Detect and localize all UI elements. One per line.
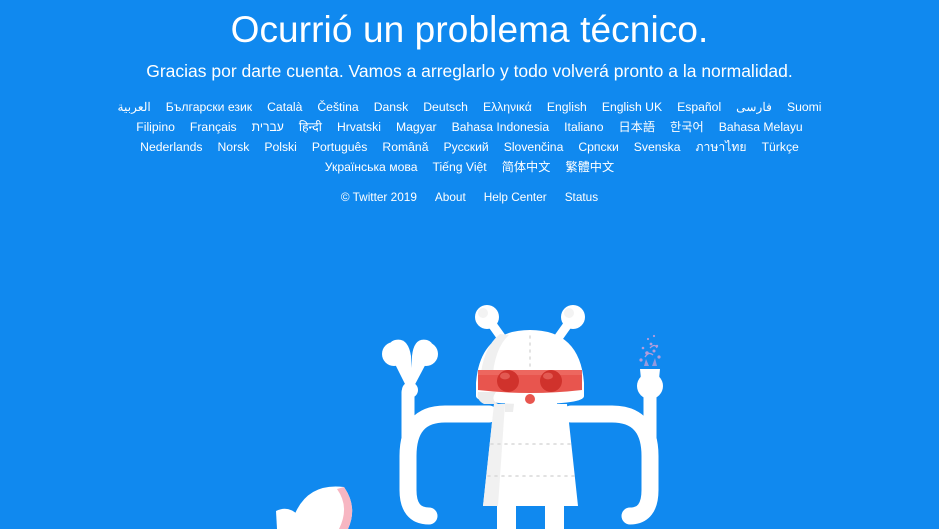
language-link-norwegian[interactable]: Norsk [210, 137, 257, 157]
page-subtitle: Gracias por darte cuenta. Vamos a arregl… [146, 61, 793, 81]
language-link-turkish[interactable]: Türkçe [754, 137, 806, 157]
language-link-finnish[interactable]: Suomi [779, 97, 829, 117]
spark-wisps-icon [639, 334, 661, 366]
language-link-serbian[interactable]: Српски [571, 137, 626, 157]
language-link-persian[interactable]: فارسی [729, 97, 780, 117]
language-link-hindi[interactable]: हिन्दी [291, 117, 329, 137]
language-link-filipino[interactable]: Filipino [129, 117, 183, 137]
robot-neck [505, 388, 557, 412]
footer: © Twitter 2019 About Help Center Status [0, 188, 939, 206]
robot-eye-right [540, 370, 562, 392]
robot-mouth-icon [525, 394, 535, 404]
error-page: Ocurrió un problema técnico. Gracias por… [0, 0, 939, 529]
language-link-chinese-traditional[interactable]: 繁體中文 [558, 157, 622, 177]
language-link-japanese[interactable]: 日本語 [611, 117, 663, 137]
robot-eye-left [497, 370, 519, 392]
language-row: Filipino Français עברית हिन्दी Hrvatski Magya… [0, 117, 939, 137]
language-link-greek[interactable]: Ελληνικά [475, 97, 539, 117]
language-link-vietnamese[interactable]: Tiếng Việt [425, 157, 494, 177]
robot-left-arm [382, 339, 498, 525]
broken-shell-icon [276, 486, 353, 529]
language-link-polish[interactable]: Polski [257, 137, 305, 157]
language-link-danish[interactable]: Dansk [366, 97, 416, 117]
language-link-italian[interactable]: Italiano [557, 117, 611, 137]
language-link-korean[interactable]: 한국어 [663, 117, 712, 137]
language-link-portuguese[interactable]: Português [304, 137, 375, 157]
robot-right-arm [562, 334, 663, 525]
robot-head [475, 305, 585, 404]
footer-link-about[interactable]: About [426, 188, 475, 206]
robot-visor [478, 370, 582, 393]
language-link-spanish[interactable]: Español [670, 97, 729, 117]
robot-legs [497, 500, 564, 529]
robot-pincer-claw-icon [382, 339, 438, 398]
language-row: العربية Български език Català Čeština Dansk D… [0, 97, 939, 117]
language-link-hungarian[interactable]: Magyar [388, 117, 444, 137]
language-link-english[interactable]: English [539, 97, 594, 117]
language-link-slovak[interactable]: Slovenčina [496, 137, 571, 157]
footer-link-status[interactable]: Status [556, 188, 607, 206]
language-link-dutch[interactable]: Nederlands [133, 137, 210, 157]
language-link-romanian[interactable]: Română [375, 137, 436, 157]
language-link-bulgarian[interactable]: Български език [158, 97, 259, 117]
language-link-hebrew[interactable]: עברית [244, 117, 291, 137]
language-row: Українська мова Tiếng Việt 简体中文 繁體中文 [0, 157, 939, 177]
language-row: Nederlands Norsk Polski Português Română Русс… [0, 137, 939, 157]
language-link-catalan[interactable]: Català [260, 97, 310, 117]
robot-sparking-hand-icon [637, 334, 663, 399]
language-link-arabic[interactable]: العربية [110, 97, 158, 117]
error-text-block: Ocurrió un problema técnico. Gracias por… [0, 0, 939, 206]
language-link-ukrainian[interactable]: Українська мова [317, 157, 425, 177]
language-link-thai[interactable]: ภาษาไทย [688, 137, 754, 157]
robot-body [483, 404, 578, 506]
language-link-french[interactable]: Français [182, 117, 244, 137]
language-link-malay[interactable]: Bahasa Melayu [711, 117, 810, 137]
language-link-russian[interactable]: Русский [436, 137, 496, 157]
language-link-german[interactable]: Deutsch [416, 97, 476, 117]
language-link-swedish[interactable]: Svenska [626, 137, 688, 157]
footer-link-help-center[interactable]: Help Center [475, 188, 556, 206]
language-selector: العربية Български език Català Čeština Dansk D… [0, 97, 939, 177]
language-link-czech[interactable]: Čeština [310, 97, 366, 117]
language-link-chinese-simplified[interactable]: 简体中文 [494, 157, 558, 177]
robot-antennae [475, 305, 585, 346]
language-link-indonesian[interactable]: Bahasa Indonesia [444, 117, 557, 137]
page-title: Ocurrió un problema técnico. [230, 9, 709, 50]
footer-copyright: © Twitter 2019 [340, 190, 417, 204]
language-link-english-uk[interactable]: English UK [594, 97, 669, 117]
language-link-croatian[interactable]: Hrvatski [329, 117, 388, 137]
